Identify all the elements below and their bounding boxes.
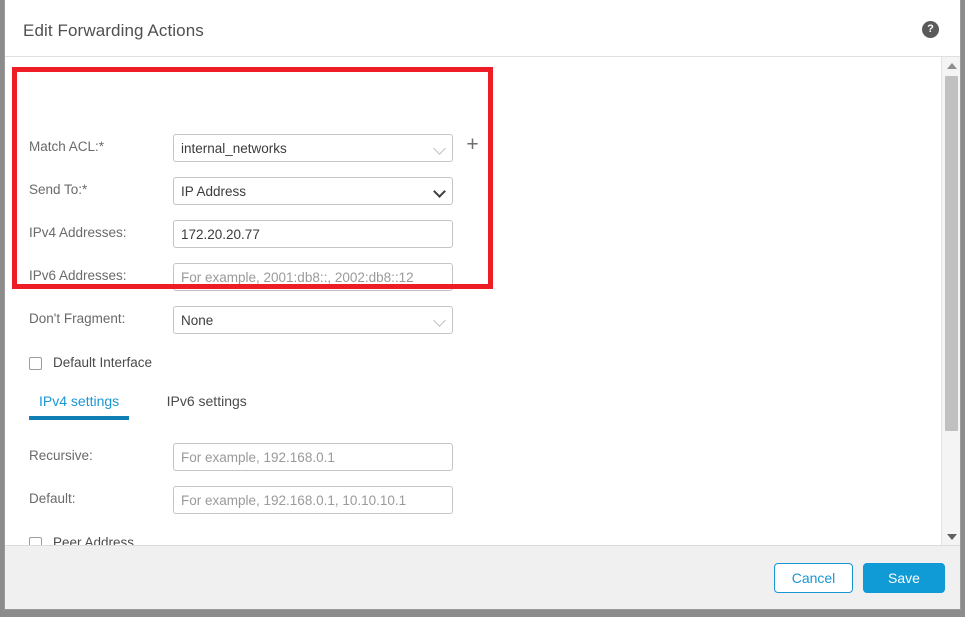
peer-address-label: Peer Address — [53, 535, 135, 545]
match-acl-value: internal_networks — [181, 141, 287, 156]
ipv6-addresses-label: IPv6 Addresses: — [29, 268, 127, 283]
match-acl-select[interactable]: internal_networks — [173, 134, 453, 162]
ip-settings-tabs: IPv4 settings IPv6 settings — [29, 393, 257, 431]
dont-fragment-value: None — [181, 313, 214, 328]
form-area: Match ACL:* internal_networks + Send To:… — [5, 57, 941, 545]
ipv4-addresses-label: IPv4 Addresses: — [29, 225, 127, 240]
recursive-placeholder: For example, 192.168.0.1 — [181, 450, 335, 465]
save-button[interactable]: Save — [863, 563, 945, 593]
tab-ipv4-settings[interactable]: IPv4 settings — [29, 393, 130, 420]
edit-forwarding-actions-dialog: Edit Forwarding Actions ? Match ACL:* in… — [4, 0, 961, 610]
send-to-label: Send To:* — [29, 182, 88, 197]
chevron-down-icon — [433, 185, 446, 198]
dont-fragment-select[interactable]: None — [173, 306, 453, 334]
recursive-input[interactable]: For example, 192.168.0.1 — [173, 443, 453, 471]
dialog-body: Match ACL:* internal_networks + Send To:… — [5, 57, 960, 545]
scroll-up-arrow-icon[interactable] — [942, 57, 960, 74]
match-acl-label: Match ACL:* — [29, 139, 105, 154]
ipv6-addresses-input[interactable]: For example, 2001:db8::, 2002:db8::12 — [173, 263, 453, 291]
cancel-button[interactable]: Cancel — [774, 563, 853, 593]
add-match-acl-button[interactable]: + — [464, 134, 481, 155]
default-placeholder: For example, 192.168.0.1, 10.10.10.1 — [181, 493, 407, 508]
scrollbar-thumb[interactable] — [945, 76, 958, 431]
scroll-down-arrow-icon[interactable] — [942, 528, 960, 545]
vertical-scrollbar[interactable] — [941, 57, 960, 545]
default-interface-label: Default Interface — [53, 355, 153, 370]
send-to-select[interactable]: IP Address — [173, 177, 453, 205]
chevron-down-icon — [433, 142, 446, 155]
default-input[interactable]: For example, 192.168.0.1, 10.10.10.1 — [173, 486, 453, 514]
recursive-label: Recursive: — [29, 448, 93, 463]
ipv6-addresses-placeholder: For example, 2001:db8::, 2002:db8::12 — [181, 270, 414, 285]
chevron-down-icon — [433, 314, 446, 327]
default-interface-checkbox[interactable] — [29, 357, 42, 370]
tab-ipv6-settings[interactable]: IPv6 settings — [157, 393, 257, 420]
default-label: Default: — [29, 491, 76, 506]
help-circle-icon[interactable]: ? — [922, 21, 939, 38]
page-title: Edit Forwarding Actions — [23, 21, 204, 40]
ipv4-addresses-input[interactable]: 172.20.20.77 — [173, 220, 453, 248]
dialog-footer: Cancel Save — [5, 545, 960, 609]
peer-address-checkbox[interactable] — [29, 537, 42, 545]
send-to-value: IP Address — [181, 184, 247, 199]
ipv4-addresses-value: 172.20.20.77 — [181, 227, 260, 242]
dialog-header: Edit Forwarding Actions ? — [5, 0, 960, 57]
dont-fragment-label: Don't Fragment: — [29, 311, 126, 326]
